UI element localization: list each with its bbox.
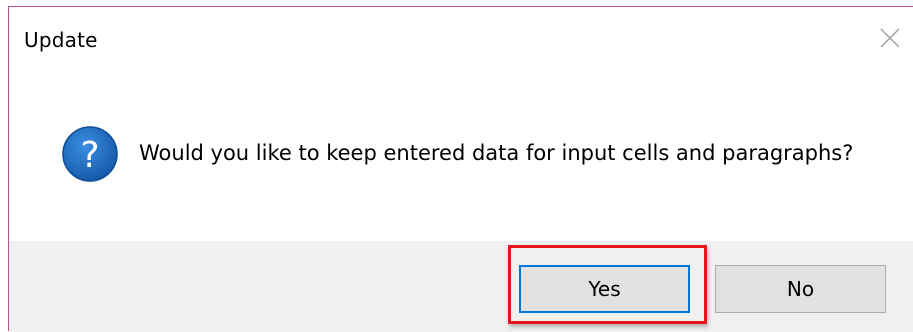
dialog-content: ? Would you like to keep entered data fo… bbox=[9, 69, 913, 241]
update-dialog: Update ? Would you like to keep entered bbox=[8, 6, 913, 332]
dialog-message: Would you like to keep entered data for … bbox=[139, 141, 854, 165]
button-bar: Yes No bbox=[9, 241, 913, 332]
yes-button[interactable]: Yes bbox=[519, 265, 690, 313]
close-button[interactable] bbox=[873, 21, 907, 55]
title-bar: Update bbox=[9, 7, 913, 69]
svg-text:?: ? bbox=[80, 135, 99, 176]
dialog-title: Update bbox=[24, 28, 98, 52]
close-icon bbox=[880, 28, 900, 48]
question-icon: ? bbox=[61, 125, 119, 183]
no-button[interactable]: No bbox=[715, 265, 886, 313]
